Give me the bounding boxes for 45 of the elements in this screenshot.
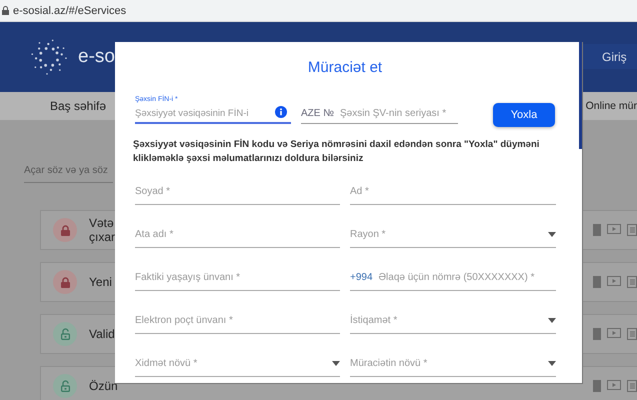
dropdown-field[interactable]: Müraciətin növü * bbox=[350, 356, 542, 372]
text-field[interactable]: Soyad * bbox=[135, 180, 340, 202]
hint-text: Şəxsiyyət vəsiqəsinin FİN kodu və Seriya nömrəsini daxil edəndən sonra "Yoxla" düyməni klikləməklə şəxsi məlumatlarınızı doldura bilərsiniz bbox=[133, 138, 540, 166]
play-icon[interactable] bbox=[607, 380, 621, 391]
fin-field[interactable]: Şəxsiyyət vəsiqəsinin FİN-i bbox=[135, 106, 273, 122]
service-title: Özün bbox=[89, 379, 118, 393]
series-field[interactable]: Şəxsin ŞV-nin seriyası * bbox=[340, 108, 472, 119]
logo-icon bbox=[30, 38, 68, 76]
lock-icon bbox=[60, 276, 70, 288]
text-field[interactable]: Elektron poçt ünvanı * bbox=[135, 310, 340, 332]
caret-icon[interactable] bbox=[548, 318, 556, 323]
dialog-title: Müraciət et bbox=[306, 59, 384, 76]
dropdown-field[interactable]: Xidmət növü * bbox=[135, 356, 326, 372]
unlock-icon bbox=[60, 380, 70, 392]
service-title: çıxar bbox=[89, 230, 116, 244]
service-title: Yeni bbox=[89, 275, 112, 289]
dropdown-field[interactable]: Rayon * bbox=[350, 226, 542, 242]
service-title: Vətə bbox=[89, 216, 114, 230]
caret-icon[interactable] bbox=[548, 232, 556, 237]
brand-name: e-so bbox=[78, 46, 115, 68]
check-button[interactable]: Yoxla bbox=[493, 102, 555, 126]
document-icon[interactable] bbox=[627, 276, 637, 288]
service-title: Valid bbox=[89, 327, 115, 341]
text-field[interactable]: Ata adı * bbox=[135, 224, 340, 246]
series-prefix: AZE № bbox=[301, 108, 334, 119]
document-icon[interactable] bbox=[627, 328, 637, 340]
info-icon[interactable] bbox=[275, 106, 287, 118]
login-link[interactable]: Giriş bbox=[582, 44, 637, 69]
phone-field[interactable]: Əlaqə üçün nömrə (50XXXXXXX) * bbox=[378, 266, 556, 288]
document-icon[interactable] bbox=[627, 224, 637, 236]
text-field[interactable]: Ad * bbox=[350, 180, 556, 202]
document-icon[interactable] bbox=[627, 380, 637, 392]
nav-link[interactable]: Online mür bbox=[586, 100, 637, 112]
lock-icon bbox=[2, 6, 9, 15]
text-field[interactable]: Faktiki yaşayış ünvanı * bbox=[135, 266, 340, 288]
lock-icon bbox=[60, 224, 70, 236]
unlock-icon bbox=[60, 328, 70, 340]
country-code: +994 bbox=[350, 272, 373, 283]
scrollbar[interactable] bbox=[579, 42, 582, 149]
play-icon[interactable] bbox=[607, 276, 621, 287]
dropdown-field[interactable]: İstiqamət * bbox=[350, 312, 542, 328]
nav-link[interactable]: Baş səhifə bbox=[50, 99, 106, 113]
play-icon[interactable] bbox=[607, 224, 621, 235]
play-icon[interactable] bbox=[607, 328, 621, 339]
url-text[interactable]: e-sosial.az/#/eServices bbox=[13, 4, 126, 16]
